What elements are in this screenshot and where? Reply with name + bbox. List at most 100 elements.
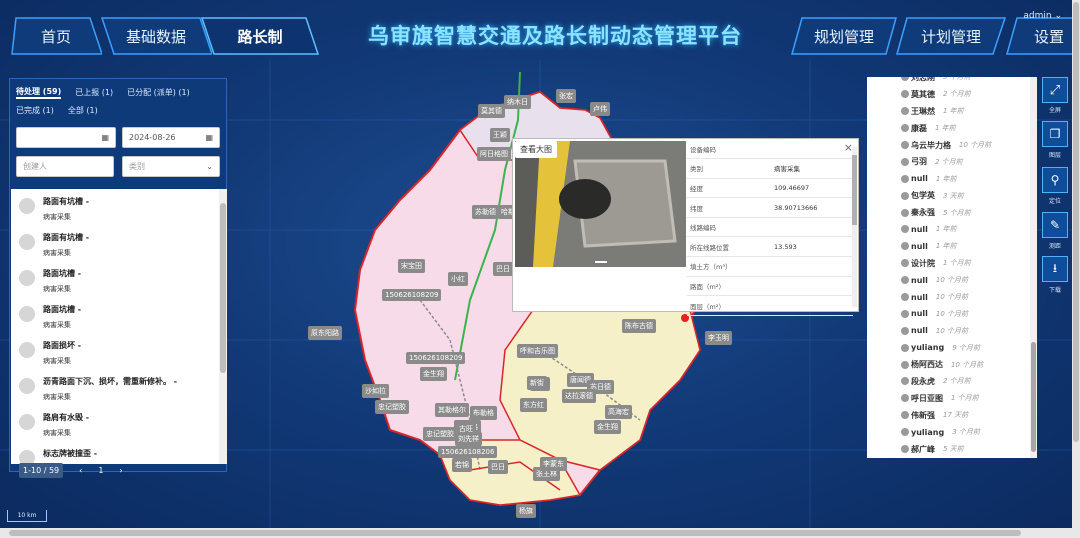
map-marker-label[interactable]: 忠记塑胶	[375, 400, 409, 414]
map-marker-label[interactable]: 沙如拉	[362, 384, 389, 398]
user-dot	[901, 394, 909, 403]
tab-reported[interactable]: 已上报 (1)	[75, 87, 113, 98]
list-item[interactable]: 路面损坏 - 病害采集	[11, 333, 219, 369]
user-list-item[interactable]: yuliang 9 个月前	[867, 339, 1030, 356]
list-item[interactable]: 路面坑槽 - 病害采集	[11, 297, 219, 333]
date-from-field[interactable]: ▦	[16, 127, 116, 148]
layers-button[interactable]: ❐	[1042, 121, 1068, 147]
map-marker-label[interactable]: 若锦	[452, 458, 472, 472]
map-marker-label[interactable]: 原东阳路	[308, 326, 342, 340]
user-list-item[interactable]: null 1 年前	[867, 221, 1030, 238]
user-list: 刘志刚 3 个月前 莫其德 2 个月前 王琳然 1 年前 康磊 1 年前 乌云毕力格 10 个月前…	[867, 77, 1030, 458]
map-marker-label[interactable]: 张宏	[556, 89, 576, 103]
map-marker-label[interactable]: 陈布古德	[622, 319, 656, 333]
tab-assigned[interactable]: 已分配 (派单) (1)	[127, 87, 190, 98]
list-item[interactable]: 路肩有水毁 - 病害采集	[11, 405, 219, 441]
user-list-item[interactable]: 段永虎 2 个月前	[867, 373, 1030, 390]
map-marker-label[interactable]: 杨旗	[516, 504, 536, 518]
map-marker-label[interactable]: 150626108209	[406, 352, 466, 364]
map-marker-label[interactable]: 达拉滚德	[562, 389, 596, 403]
layers-icon: ❐	[1049, 127, 1061, 141]
detail-row: 纬度 38.90713666	[687, 197, 853, 218]
user-list-item[interactable]: 王琳然 1 年前	[867, 103, 1030, 120]
page-vertical-scrollbar[interactable]	[1072, 0, 1080, 528]
map-marker-label[interactable]: 新街	[527, 376, 547, 390]
list-item[interactable]: 沥青路面下沉、损坏，需重新修补。 - 病害采集	[11, 369, 219, 405]
map-marker-label[interactable]: 刘先祥	[455, 432, 482, 446]
detail-value	[771, 139, 853, 160]
map-marker-label[interactable]: 150626108209	[382, 289, 442, 301]
page-horizontal-scrollbar[interactable]	[0, 528, 1080, 538]
map-marker-label[interactable]: 李蒙东	[540, 457, 567, 471]
map-marker-label[interactable]: 莫其德	[478, 104, 505, 118]
issue-list: 路面有坑槽 - 病害采集 路面有坑槽 - 病害采集 路面坑槽 - 病害采集 路面坑槽 - 病害…	[11, 189, 219, 464]
list-item[interactable]: 路面有坑槽 - 病害采集	[11, 225, 219, 261]
user-list-item[interactable]: 刘志刚 3 个月前	[867, 77, 1030, 86]
tab-pending[interactable]: 待处理 (59)	[16, 86, 62, 99]
list-item[interactable]: 路面有坑槽 - 病害采集	[11, 189, 219, 225]
view-large-image-button[interactable]: 查看大图	[515, 141, 557, 158]
user-dot	[901, 293, 909, 302]
user-list-item[interactable]: 康磊 1 年前	[867, 120, 1030, 137]
map-marker-label[interactable]: 纳木日	[504, 95, 531, 109]
user-time: 1 年前	[935, 174, 957, 183]
popup-scrollbar[interactable]	[852, 147, 857, 307]
user-list-scrollbar[interactable]	[1030, 77, 1037, 458]
user-list-item[interactable]: 乌云毕力格 10 个月前	[867, 137, 1030, 154]
download-button[interactable]: ⭳	[1042, 256, 1068, 282]
map-marker-label[interactable]: 李玉明	[705, 331, 732, 345]
map-marker-label[interactable]: 其勒格尔	[435, 403, 469, 417]
fullscreen-button[interactable]: ⤢	[1042, 77, 1068, 103]
user-list-item[interactable]: null 10 个月前	[867, 272, 1030, 289]
user-list-item[interactable]: null 1 年前	[867, 170, 1030, 187]
map-marker-label[interactable]: 巴日	[493, 262, 513, 276]
map-marker-label[interactable]: 巴日	[488, 460, 508, 474]
page-number[interactable]: 1	[98, 466, 103, 475]
map-marker-label[interactable]: 高海宏	[605, 405, 632, 419]
tab-completed[interactable]: 已完成 (1)	[16, 105, 54, 116]
map-marker-label[interactable]: 小红	[448, 272, 468, 286]
user-list-item[interactable]: 秦永强 5 个月前	[867, 204, 1030, 221]
map-marker-label[interactable]: 150626108206	[438, 446, 498, 458]
detail-table: 设备编码 类别 病害采集 经度 109.46697 纬度 38.90713666 线路编码 所在…	[687, 139, 853, 316]
user-list-item[interactable]: 包学英 3 天前	[867, 187, 1030, 204]
user-list-item[interactable]: 伟新强 17 天前	[867, 407, 1030, 424]
detail-row: 类别 病害采集	[687, 158, 853, 179]
map-marker-label[interactable]: 东方红	[520, 398, 547, 412]
map-marker-label[interactable]: 苏勒德	[472, 205, 499, 219]
locate-button[interactable]: ⚲	[1042, 167, 1068, 193]
date-to-field[interactable]: 2024-08-26 ▦	[122, 127, 220, 148]
map-marker-label[interactable]: 阿日格图	[477, 147, 511, 161]
map-marker-label[interactable]: 金生翔	[420, 367, 447, 381]
list-item[interactable]: 路面坑槽 - 病害采集	[11, 261, 219, 297]
map-marker-label[interactable]: 金生翔	[594, 420, 621, 434]
user-list-item[interactable]: null 10 个月前	[867, 322, 1030, 339]
user-list-item[interactable]: 呼日亚图 1 个月前	[867, 390, 1030, 407]
list-item[interactable]: 标志牌被撞歪 -	[11, 441, 219, 464]
user-list-item[interactable]: 弓羽 2 个月前	[867, 153, 1030, 170]
map-marker-label[interactable]: 宋宝田	[398, 259, 425, 273]
user-list-item[interactable]: null 10 个月前	[867, 305, 1030, 322]
user-name: 乌云毕力格	[911, 140, 951, 150]
user-list-item[interactable]: 莫其德 2 个月前	[867, 86, 1030, 103]
issue-list-scrollbar[interactable]	[219, 189, 227, 464]
user-time: 10 个月前	[935, 293, 969, 302]
map-marker-label[interactable]: 忠记塑胶	[423, 427, 457, 441]
user-list-item[interactable]: 杨阿西达 10 个月前	[867, 356, 1030, 373]
user-list-item[interactable]: 设计院 1 个月前	[867, 255, 1030, 272]
user-list-item[interactable]: null 1 年前	[867, 238, 1030, 255]
prev-page-button[interactable]: ‹	[79, 466, 82, 475]
map-marker-label[interactable]: 王颖	[490, 128, 510, 142]
creator-input[interactable]: 创建人	[16, 156, 114, 177]
next-page-button[interactable]: ›	[119, 466, 122, 475]
user-list-item[interactable]: yuliang 3 个月前	[867, 424, 1030, 441]
measure-button[interactable]: ✎	[1042, 212, 1068, 238]
map-marker-label[interactable]: 布勒格	[470, 406, 497, 420]
map-marker-label[interactable]: 呼和吉乐图	[517, 344, 558, 358]
category-select[interactable]: 类别 ⌄	[122, 156, 220, 177]
user-list-item[interactable]: null 10 个月前	[867, 289, 1030, 306]
defect-photo[interactable]: 查看大图	[515, 141, 686, 267]
map-marker-label[interactable]: 卢伟	[590, 102, 610, 116]
user-list-item[interactable]: 郝广峰 5 天前	[867, 441, 1030, 458]
tab-all[interactable]: 全部 (1)	[68, 105, 98, 116]
